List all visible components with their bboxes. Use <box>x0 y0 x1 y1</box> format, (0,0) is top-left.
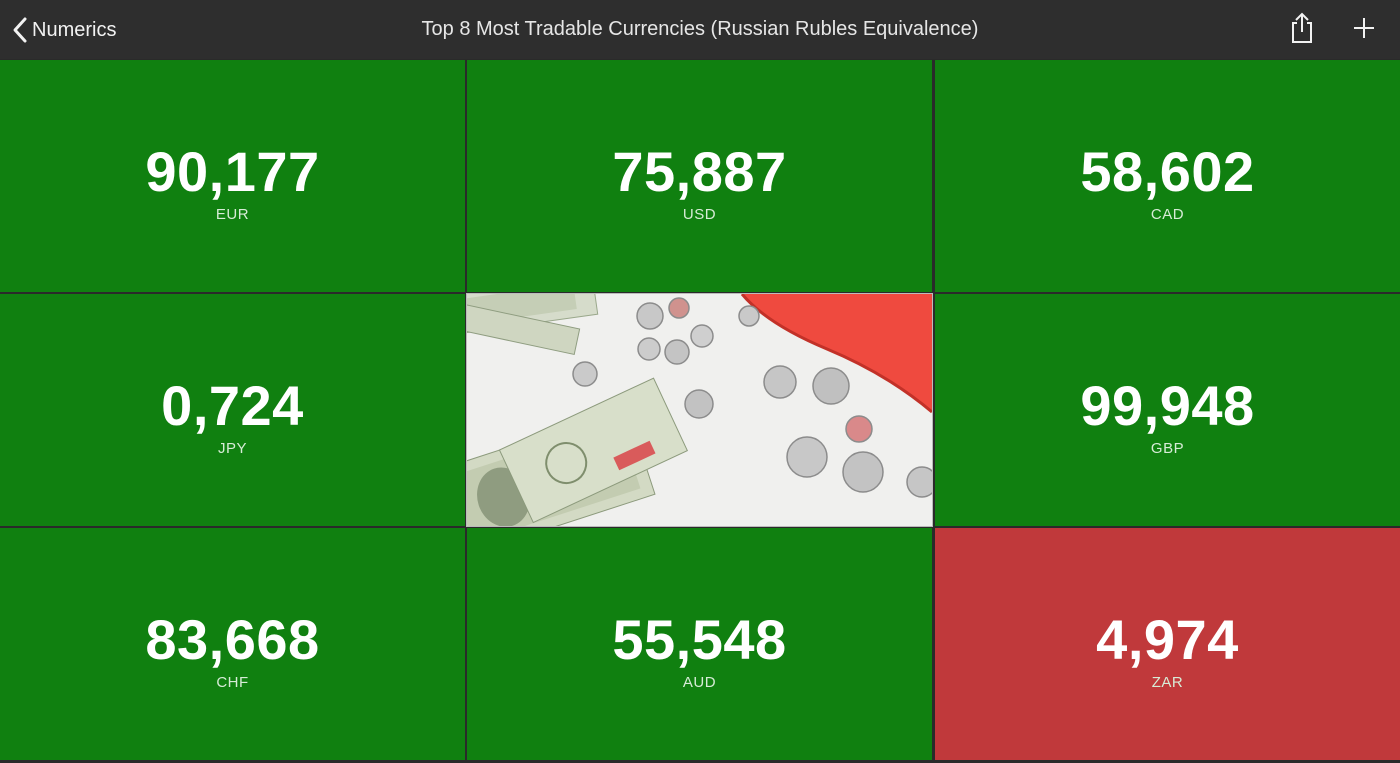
currency-tile-cad[interactable]: 58,602 CAD <box>935 60 1400 292</box>
currency-tile-chf[interactable]: 83,668 CHF <box>0 528 465 760</box>
tile-currency-code: EUR <box>215 206 250 223</box>
add-button[interactable] <box>1346 12 1382 48</box>
tile-currency-code: CAD <box>1150 206 1185 223</box>
tile-value: 75,887 <box>612 140 787 203</box>
navigation-bar: Numerics Top 8 Most Tradable Currencies … <box>0 0 1400 59</box>
page-title: Top 8 Most Tradable Currencies (Russian … <box>421 18 979 40</box>
tile-value: 99,948 <box>1080 374 1255 437</box>
tile-value: 55,548 <box>612 608 787 671</box>
chevron-left-icon <box>12 16 28 44</box>
money-photo-tile[interactable]: 100 <box>466 293 933 527</box>
tile-value: 83,668 <box>145 608 320 671</box>
tile-value: 0,724 <box>161 374 304 437</box>
tile-value: 4,974 <box>1096 608 1239 671</box>
back-button[interactable]: Numerics <box>12 12 116 48</box>
tile-value: 58,602 <box>1080 140 1255 203</box>
tile-currency-code: CHF <box>216 674 249 691</box>
tile-currency-code: ZAR <box>1151 674 1184 691</box>
currency-tile-eur[interactable]: 90,177 EUR <box>0 60 465 292</box>
currency-tile-aud[interactable]: 55,548 AUD <box>467 528 932 760</box>
currency-tile-usd[interactable]: 75,887 USD <box>467 60 932 292</box>
currency-grid: 90,177 EUR 75,887 USD 58,602 CAD 0,724 J… <box>0 59 1400 763</box>
tile-currency-code: USD <box>682 206 717 223</box>
tile-currency-code: JPY <box>217 440 247 457</box>
tile-currency-code: AUD <box>682 674 717 691</box>
tile-value: 90,177 <box>145 140 320 203</box>
money-photo: 100 <box>467 294 932 526</box>
share-button[interactable] <box>1284 12 1320 48</box>
currency-tile-jpy[interactable]: 0,724 JPY <box>0 294 465 526</box>
currency-tile-zar[interactable]: 4,974 ZAR <box>935 528 1400 760</box>
back-button-label: Numerics <box>32 18 117 41</box>
share-icon <box>1289 12 1315 49</box>
tile-currency-code: GBP <box>1150 440 1185 457</box>
currency-tile-gbp[interactable]: 99,948 GBP <box>935 294 1400 526</box>
plus-icon <box>1352 16 1376 45</box>
numerics-dashboard: Numerics Top 8 Most Tradable Currencies … <box>0 0 1400 763</box>
